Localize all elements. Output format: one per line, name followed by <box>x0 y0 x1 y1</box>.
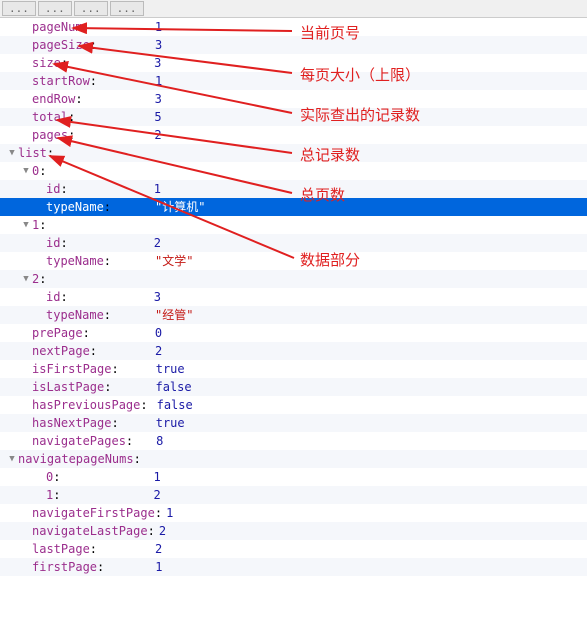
property-value: 3 <box>155 36 162 54</box>
property-key: endRow <box>32 90 75 108</box>
tree-row-pages[interactable]: pages:2 <box>0 126 587 144</box>
tree-row-1[interactable]: 1:2 <box>0 486 587 504</box>
property-value: false <box>155 378 191 396</box>
property-value: 8 <box>156 432 163 450</box>
tree-row-typeName[interactable]: typeName:"文学" <box>0 252 587 270</box>
property-key: isFirstPage <box>32 360 111 378</box>
property-key: typeName <box>46 198 104 216</box>
tree-row-typeName[interactable]: typeName:"计算机" <box>0 198 587 216</box>
tree-row-2[interactable]: ▼2: <box>0 270 587 288</box>
property-key: 0 <box>46 468 53 486</box>
property-key: navigatePages <box>32 432 126 450</box>
property-value: 0 <box>155 324 162 342</box>
property-key: list <box>18 144 47 162</box>
property-value: 2 <box>154 234 161 252</box>
property-value: 2 <box>155 342 162 360</box>
property-value: 1 <box>166 504 173 522</box>
property-key: prePage <box>32 324 83 342</box>
property-value: 3 <box>154 54 161 72</box>
property-value: 5 <box>154 108 161 126</box>
property-key: typeName <box>46 306 104 324</box>
toolbar-tab[interactable]: ... <box>110 1 144 16</box>
tree-row-0[interactable]: ▼0: <box>0 162 587 180</box>
property-value: 2 <box>159 522 166 540</box>
json-tree: pageNum:1pageSize:3size:3startRow:1endRo… <box>0 18 587 576</box>
tree-row-typeName[interactable]: typeName:"经管" <box>0 306 587 324</box>
property-key: navigateLastPage <box>32 522 148 540</box>
property-value: "经管" <box>155 306 193 324</box>
property-key: 1 <box>46 486 53 504</box>
property-value: "计算机" <box>155 198 205 216</box>
tree-row-isLastPage[interactable]: isLastPage:false <box>0 378 587 396</box>
tree-row-startRow[interactable]: startRow:1 <box>0 72 587 90</box>
property-value: false <box>157 396 193 414</box>
expand-toggle-icon[interactable]: ▼ <box>6 144 18 162</box>
property-key: 2 <box>32 270 39 288</box>
property-key: navigatepageNums <box>18 450 134 468</box>
property-key: hasNextPage <box>32 414 111 432</box>
tree-row-navigateLastPage[interactable]: navigateLastPage:2 <box>0 522 587 540</box>
property-value: 3 <box>155 90 162 108</box>
property-value: true <box>156 414 185 432</box>
property-value: 1 <box>154 180 161 198</box>
property-value: 1 <box>155 72 162 90</box>
property-value: 1 <box>155 558 162 576</box>
property-value: "文学" <box>155 252 193 270</box>
property-value: true <box>156 360 185 378</box>
property-key: pageSize <box>32 36 90 54</box>
tree-row-pageSize[interactable]: pageSize:3 <box>0 36 587 54</box>
property-key: 0 <box>32 162 39 180</box>
tree-row-navigateFirstPage[interactable]: navigateFirstPage:1 <box>0 504 587 522</box>
property-value: 1 <box>153 468 160 486</box>
tree-row-navigatePages[interactable]: navigatePages:8 <box>0 432 587 450</box>
tree-row-endRow[interactable]: endRow:3 <box>0 90 587 108</box>
tree-row-prePage[interactable]: prePage:0 <box>0 324 587 342</box>
tree-row-lastPage[interactable]: lastPage:2 <box>0 540 587 558</box>
property-key: total <box>32 108 68 126</box>
tree-row-navigatepageNums[interactable]: ▼navigatepageNums: <box>0 450 587 468</box>
property-key: startRow <box>32 72 90 90</box>
toolbar-tab[interactable]: ... <box>2 1 36 16</box>
tree-row-id[interactable]: id:2 <box>0 234 587 252</box>
tree-row-0[interactable]: 0:1 <box>0 468 587 486</box>
toolbar: ... ... ... ... <box>0 0 587 18</box>
tree-row-hasNextPage[interactable]: hasNextPage:true <box>0 414 587 432</box>
property-key: id <box>46 180 60 198</box>
tree-row-hasPreviousPage[interactable]: hasPreviousPage:false <box>0 396 587 414</box>
tree-row-pageNum[interactable]: pageNum:1 <box>0 18 587 36</box>
tree-row-id[interactable]: id:1 <box>0 180 587 198</box>
tree-row-total[interactable]: total:5 <box>0 108 587 126</box>
expand-toggle-icon[interactable]: ▼ <box>20 162 32 180</box>
toolbar-tab[interactable]: ... <box>74 1 108 16</box>
property-value: 2 <box>154 126 161 144</box>
property-key: isLastPage <box>32 378 104 396</box>
tree-row-id[interactable]: id:3 <box>0 288 587 306</box>
expand-toggle-icon[interactable]: ▼ <box>6 450 18 468</box>
property-key: pages <box>32 126 68 144</box>
tree-row-nextPage[interactable]: nextPage:2 <box>0 342 587 360</box>
property-value: 1 <box>155 18 162 36</box>
property-key: typeName <box>46 252 104 270</box>
property-key: lastPage <box>32 540 90 558</box>
property-value: 2 <box>155 540 162 558</box>
property-key: pageNum <box>32 18 83 36</box>
tree-row-size[interactable]: size:3 <box>0 54 587 72</box>
property-key: size <box>32 54 61 72</box>
property-key: hasPreviousPage <box>32 396 140 414</box>
tree-row-list[interactable]: ▼list: <box>0 144 587 162</box>
expand-toggle-icon[interactable]: ▼ <box>20 216 32 234</box>
property-key: firstPage <box>32 558 97 576</box>
tree-row-firstPage[interactable]: firstPage:1 <box>0 558 587 576</box>
toolbar-tab[interactable]: ... <box>38 1 72 16</box>
property-value: 2 <box>153 486 160 504</box>
expand-toggle-icon[interactable]: ▼ <box>20 270 32 288</box>
property-key: 1 <box>32 216 39 234</box>
property-key: nextPage <box>32 342 90 360</box>
property-key: id <box>46 288 60 306</box>
tree-row-1[interactable]: ▼1: <box>0 216 587 234</box>
property-key: id <box>46 234 60 252</box>
tree-row-isFirstPage[interactable]: isFirstPage:true <box>0 360 587 378</box>
property-key: navigateFirstPage <box>32 504 155 522</box>
property-value: 3 <box>154 288 161 306</box>
